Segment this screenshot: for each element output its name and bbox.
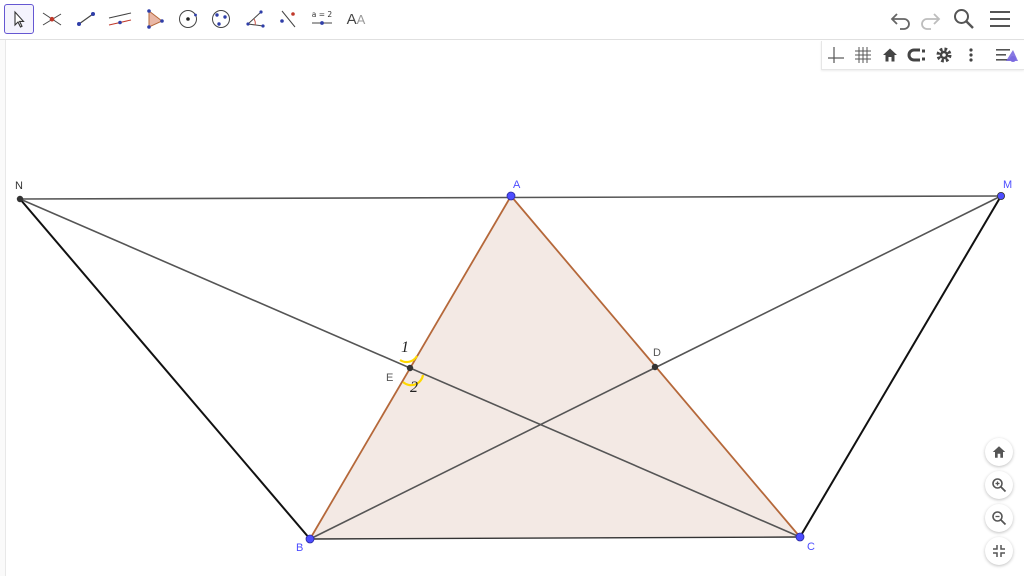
- standard-view-zoom-button[interactable]: [985, 438, 1013, 466]
- exit-fullscreen-icon: [993, 545, 1005, 557]
- label-c: C: [807, 541, 815, 553]
- point-c[interactable]: [795, 532, 805, 542]
- graphics-view[interactable]: 1 2 N M A B C D E: [0, 0, 1024, 576]
- home-icon: [992, 446, 1006, 458]
- label-a: A: [513, 179, 521, 191]
- label-d: D: [653, 347, 661, 359]
- angle-2-label: 2: [410, 379, 418, 396]
- point-e[interactable]: [406, 364, 414, 372]
- point-n[interactable]: [16, 195, 24, 203]
- zoom-out-button[interactable]: [985, 504, 1013, 532]
- angle-1-label: 1: [401, 339, 409, 356]
- zoom-out-icon: [992, 511, 1007, 526]
- segment-mc[interactable]: [799, 195, 1002, 538]
- exit-fullscreen-button[interactable]: [985, 537, 1013, 565]
- label-m: M: [1003, 179, 1012, 191]
- point-a[interactable]: [506, 191, 516, 201]
- zoom-in-button[interactable]: [985, 471, 1013, 499]
- point-b[interactable]: [305, 534, 315, 544]
- label-n: N: [15, 180, 23, 192]
- label-e: E: [386, 372, 393, 384]
- point-d[interactable]: [651, 363, 659, 371]
- zoom-in-icon: [992, 478, 1007, 493]
- point-m[interactable]: [997, 191, 1006, 200]
- segment-nb[interactable]: [19, 198, 311, 540]
- label-b: B: [296, 542, 303, 554]
